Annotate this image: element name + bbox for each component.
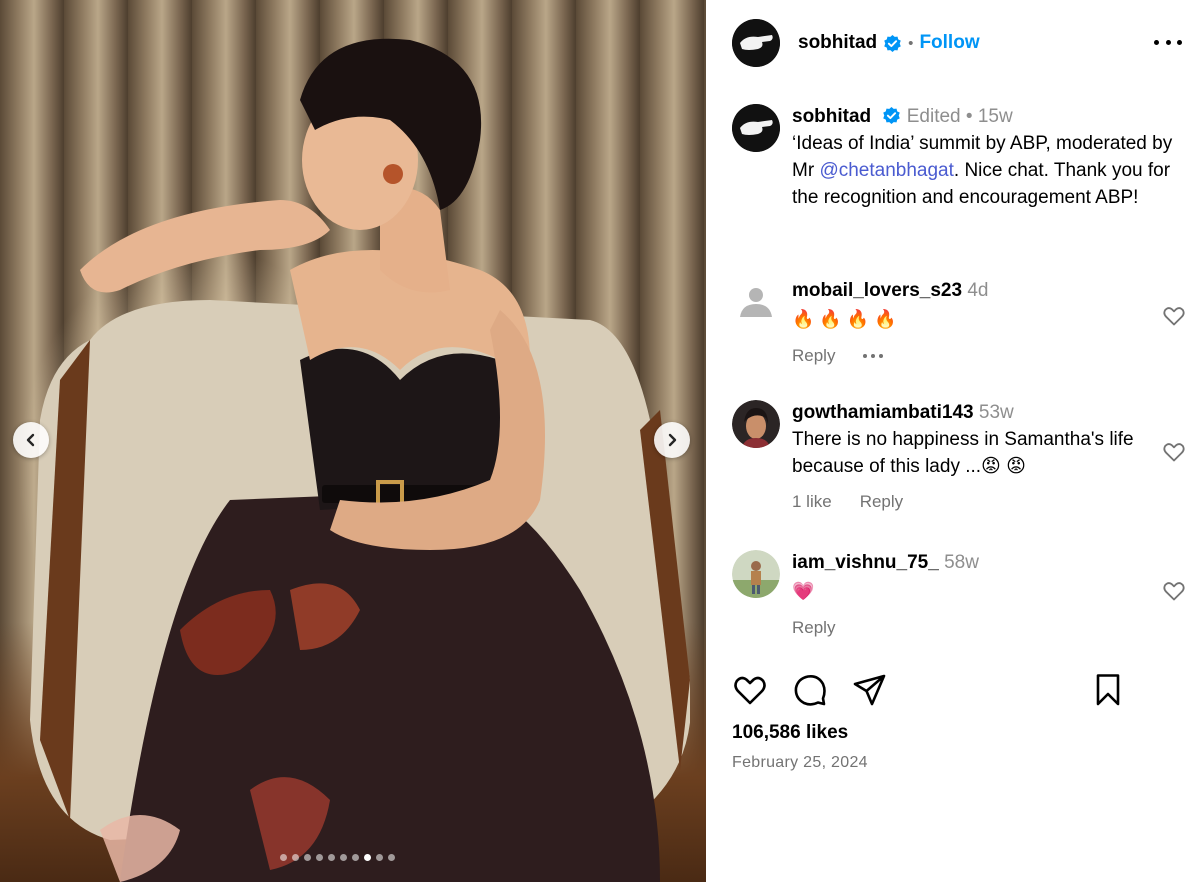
post-date: February 25, 2024 xyxy=(732,754,868,771)
carousel-dot xyxy=(328,854,335,861)
woman-in-black-dress xyxy=(80,38,660,882)
post-media xyxy=(0,0,706,882)
reply-button[interactable]: Reply xyxy=(792,618,835,638)
heart-icon[interactable] xyxy=(732,672,768,708)
follow-button[interactable]: Follow xyxy=(919,32,979,54)
chevron-left-icon xyxy=(26,433,35,447)
caption-username[interactable]: sobhitad xyxy=(792,106,871,127)
post-age: 15w xyxy=(977,106,1013,127)
carousel-dot xyxy=(316,854,323,861)
default-avatar-icon[interactable] xyxy=(732,278,780,326)
verified-badge-icon xyxy=(883,106,901,125)
edited-label: Edited xyxy=(906,106,961,127)
caption-separator: • xyxy=(965,106,973,127)
comment: iam_vishnu_75_ 58w 💗 Reply xyxy=(732,550,1192,638)
comment-text: 🔥 🔥 🔥 🔥 xyxy=(792,309,897,329)
comment-age: 53w xyxy=(978,402,1014,423)
post-side-panel: sobhitad • Follow sobhitad Edited • 15w xyxy=(706,0,1200,882)
mention-link[interactable]: @chetanbhagat xyxy=(819,160,953,181)
heart-outline-icon[interactable] xyxy=(1162,440,1186,464)
carousel-dot xyxy=(388,854,395,861)
caption-text: ‘Ideas of India’ summit by ABP, moderate… xyxy=(792,133,1173,208)
comment-text: 💗 xyxy=(792,581,815,601)
comment-age: 58w xyxy=(944,552,979,573)
author-username[interactable]: sobhitad xyxy=(798,32,877,54)
comment-username[interactable]: gowthamiambati143 xyxy=(792,402,974,423)
header-separator: • xyxy=(908,34,914,52)
carousel-dot xyxy=(364,854,371,861)
heart-outline-icon[interactable] xyxy=(1162,304,1186,328)
commenter-avatar[interactable] xyxy=(732,550,780,598)
author-avatar[interactable] xyxy=(732,104,780,152)
comment: gowthamiambati143 53w There is no happin… xyxy=(732,400,1192,512)
carousel-dot xyxy=(292,854,299,861)
post-action-bar xyxy=(732,672,1122,712)
comment: mobail_lovers_s23 4d 🔥 🔥 🔥 🔥 Reply xyxy=(732,278,1192,366)
comment-username[interactable]: mobail_lovers_s23 xyxy=(792,280,962,301)
reply-button[interactable]: Reply xyxy=(860,492,903,512)
more-options-icon[interactable] xyxy=(1154,28,1182,56)
comment-username[interactable]: iam_vishnu_75_ xyxy=(792,552,939,573)
post-caption: sobhitad Edited • 15w ‘Ideas of India’ s… xyxy=(732,104,1182,211)
comment-age: 4d xyxy=(967,280,989,301)
chevron-right-icon xyxy=(668,433,677,447)
carousel-dot xyxy=(340,854,347,861)
send-icon[interactable] xyxy=(852,672,888,708)
carousel-next-button[interactable] xyxy=(654,422,690,458)
carousel-dot xyxy=(352,854,359,861)
comment-text: There is no happiness in Samantha's life… xyxy=(792,429,1134,477)
comment-likes-count[interactable]: 1 like xyxy=(792,492,832,512)
comment-bubble-icon[interactable] xyxy=(792,672,828,708)
reply-button[interactable]: Reply xyxy=(792,346,835,366)
comment-options-icon[interactable] xyxy=(863,354,884,358)
post-header: sobhitad • Follow xyxy=(732,18,1182,68)
bookmark-icon[interactable] xyxy=(1090,672,1126,708)
carousel-prev-button[interactable] xyxy=(13,422,49,458)
carousel-indicator xyxy=(280,854,395,861)
verified-badge-icon xyxy=(884,34,901,52)
carousel-dot xyxy=(376,854,383,861)
carousel-dot xyxy=(280,854,287,861)
likes-count[interactable]: 106,586 likes xyxy=(732,722,848,744)
heart-outline-icon[interactable] xyxy=(1162,579,1186,603)
author-avatar[interactable] xyxy=(732,19,780,67)
carousel-dot xyxy=(304,854,311,861)
commenter-avatar[interactable] xyxy=(732,400,780,448)
